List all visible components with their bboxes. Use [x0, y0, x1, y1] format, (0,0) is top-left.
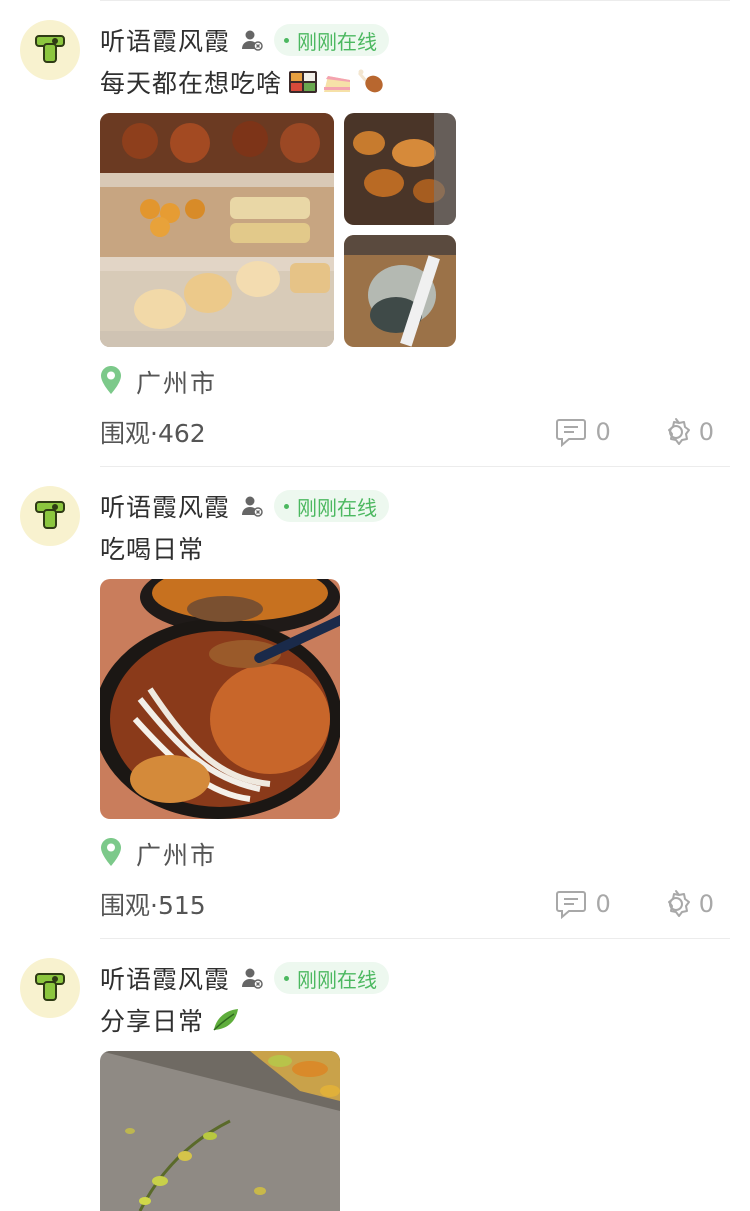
like-button[interactable]: 0 [661, 417, 714, 447]
post-text-row: 分享日常 [100, 1002, 239, 1038]
feed-post: 听语霞风霞 刚刚在线 分享日常 [0, 958, 750, 1211]
online-status-text: 刚刚在线 [297, 495, 378, 520]
online-dot [284, 975, 290, 981]
online-status-badge: 刚刚在线 [274, 490, 390, 522]
online-status-badge: 刚刚在线 [274, 962, 390, 994]
feed-post: 听语霞风霞 刚刚在线 吃喝日常 广州市 围观·515 0 0 [0, 486, 750, 938]
like-icon [667, 418, 690, 445]
feed-post: 听语霞风霞 刚刚在线 每天都在想吃啥 广州市 围观·462 0 0 [0, 20, 750, 466]
post-stats-row: 围观·462 0 0 [100, 412, 714, 452]
herb-emoji [210, 1006, 239, 1034]
person-gender-icon [240, 966, 264, 990]
post-text-row: 每天都在想吃啥 [100, 64, 384, 100]
post-stats-row: 围观·515 0 0 [100, 884, 714, 924]
post-image-leaves-pavement[interactable] [100, 1051, 340, 1211]
comment-button[interactable]: 0 [555, 889, 611, 919]
location-pin-icon [100, 837, 122, 871]
location-row[interactable]: 广州市 [100, 836, 217, 872]
post-text: 分享日常 [100, 1007, 205, 1036]
location-pin-icon [100, 365, 122, 399]
view-count: 围观·515 [100, 891, 206, 920]
bento-emoji [288, 68, 318, 96]
person-gender-icon [240, 28, 264, 52]
location-row[interactable]: 广州市 [100, 364, 217, 400]
comment-bubble-icon [556, 891, 587, 919]
online-status-badge: 刚刚在线 [274, 24, 390, 56]
post-divider [100, 938, 730, 939]
like-count: 0 [698, 418, 714, 446]
post-text-row: 吃喝日常 [100, 530, 204, 566]
avatar-image [35, 35, 65, 63]
cake-emoji [322, 68, 351, 96]
location-text: 广州市 [136, 841, 218, 870]
post-text: 吃喝日常 [100, 535, 205, 564]
like-button[interactable]: 0 [661, 889, 714, 919]
location-text: 广州市 [136, 369, 218, 398]
person-gender-icon [240, 494, 264, 518]
top-divider [100, 0, 730, 1]
username[interactable]: 听语霞风霞 [100, 960, 230, 996]
comment-count: 0 [595, 418, 611, 446]
drumstick-emoji [356, 68, 384, 96]
online-status-text: 刚刚在线 [297, 967, 378, 992]
comment-bubble-icon [556, 419, 587, 447]
post-image-bakery-display[interactable] [100, 113, 334, 347]
online-dot [284, 37, 290, 43]
avatar[interactable] [20, 20, 80, 80]
post-image-takeout-bag[interactable] [344, 235, 456, 347]
view-count: 围观·462 [100, 419, 206, 448]
post-divider [100, 466, 730, 467]
like-icon [667, 890, 690, 917]
avatar[interactable] [20, 958, 80, 1018]
avatar-image [35, 973, 65, 1001]
username[interactable]: 听语霞风霞 [100, 22, 230, 58]
avatar[interactable] [20, 486, 80, 546]
avatar-image [35, 501, 65, 529]
online-status-text: 刚刚在线 [297, 29, 378, 54]
online-dot [284, 503, 290, 509]
comment-button[interactable]: 0 [555, 417, 611, 447]
comment-count: 0 [595, 890, 611, 918]
post-image-noodle-bowls[interactable] [100, 579, 340, 819]
like-count: 0 [698, 890, 714, 918]
post-text: 每天都在想吃啥 [100, 69, 283, 98]
post-image-fried-skewers[interactable] [344, 113, 456, 225]
username[interactable]: 听语霞风霞 [100, 488, 230, 524]
